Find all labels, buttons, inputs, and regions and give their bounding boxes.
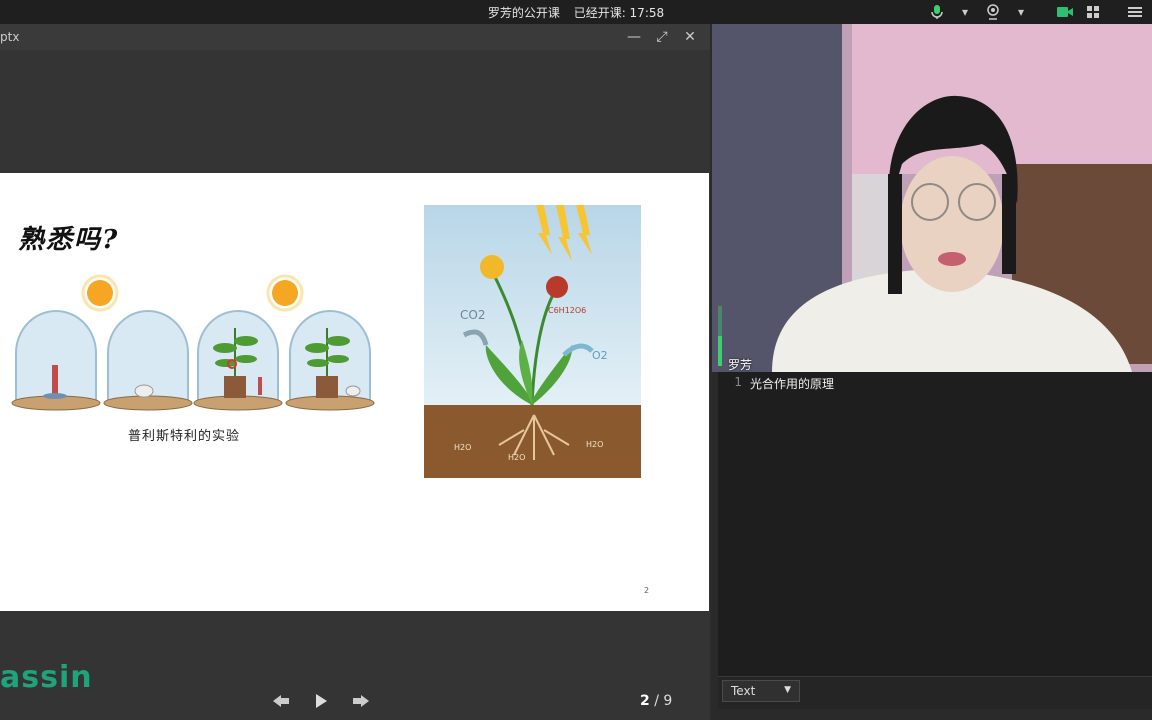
minimize-icon[interactable]: —: [626, 28, 642, 46]
chevron-down-icon[interactable]: ▾: [956, 3, 974, 21]
brand-logo: assin: [0, 660, 93, 695]
experiment-caption: 普利斯特利的实验: [128, 429, 241, 444]
current-page: 2: [640, 693, 650, 709]
file-name: ptx: [0, 30, 20, 44]
line-number: 1: [734, 375, 742, 389]
close-icon[interactable]: ✕: [682, 28, 698, 46]
microphone-icon[interactable]: [928, 3, 946, 21]
mic-level-icon: [718, 306, 722, 366]
video-camera-icon[interactable]: [1056, 3, 1074, 21]
bell-jar-experiment-illustration: [11, 274, 375, 411]
webcam-icon[interactable]: [984, 3, 1002, 21]
chevron-down-icon[interactable]: ▾: [1012, 3, 1030, 21]
elapsed-time: 已经开课: 17:58: [573, 6, 665, 20]
co2-label: CO2: [460, 308, 485, 322]
h2o-label-center: H2O: [508, 453, 525, 462]
slide-title: 熟悉吗?: [18, 225, 120, 255]
presenter-name: 罗芳: [728, 358, 753, 372]
previous-slide-icon[interactable]: [270, 690, 292, 712]
webcam-feed: 罗芳: [712, 24, 1152, 372]
h2o-label-right: H2O: [586, 440, 603, 449]
hamburger-menu-icon[interactable]: [1126, 3, 1144, 21]
play-icon[interactable]: [310, 690, 332, 712]
code-editor[interactable]: 1 光合作用的原理: [718, 372, 1152, 676]
photosynthesis-illustration: CO2 C6H12O6 O2 H2O H2O H2O: [424, 205, 641, 478]
language-value: Text: [731, 684, 756, 698]
chevron-down-icon: ▼: [784, 685, 791, 695]
course-title: 罗芳的公开课: [487, 6, 560, 20]
slide-canvas: 熟悉吗? 普利斯特利的实验 CO2 C6H12O6 O2 H2O H2O H2O…: [0, 173, 709, 611]
h2o-label-left: H2O: [454, 443, 471, 452]
page-separator: /: [649, 693, 664, 709]
presenter-video-image: [712, 24, 1152, 372]
expand-icon[interactable]: ⤢: [654, 28, 670, 46]
page-indicator: 2 / 9: [640, 693, 672, 709]
grid-icon[interactable]: [1084, 3, 1102, 21]
top-bar: 罗芳的公开课 已经开课: 17:58 ▾ ▾: [0, 0, 1152, 24]
presentation-viewer: ptx — ⤢ ✕ 熟悉吗? 普利斯特利的实验 CO2 C6H12O6 O2 H…: [0, 24, 710, 720]
slide-navigation: [270, 690, 372, 712]
editor-line: 1 光合作用的原理: [718, 375, 834, 392]
editor-footer: Text ▼: [718, 676, 1152, 709]
language-select[interactable]: Text ▼: [722, 680, 800, 702]
line-text[interactable]: 光合作用的原理: [750, 375, 834, 392]
viewer-header: ptx — ⤢ ✕: [0, 24, 710, 50]
glucose-label: C6H12O6: [548, 306, 586, 315]
next-slide-icon[interactable]: [350, 690, 372, 712]
right-pane: 罗芳 1 光合作用的原理 Text ▼: [712, 24, 1152, 720]
slide-page-number: 2: [644, 586, 650, 595]
o2-label: O2: [592, 349, 608, 362]
total-pages: 9: [663, 693, 673, 709]
